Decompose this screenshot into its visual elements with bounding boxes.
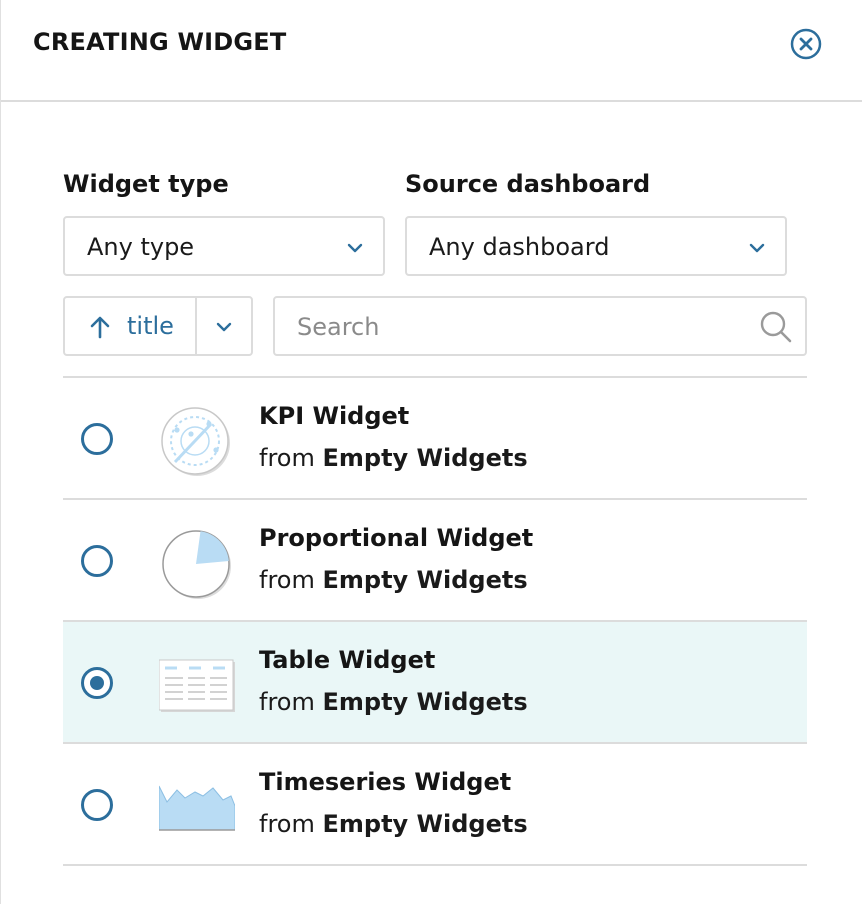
chevron-down-icon [347, 243, 363, 253]
pie-chart-icon [162, 530, 231, 599]
source-dashboard-label: Source dashboard [405, 170, 651, 198]
widget-source: from Empty Widgets [259, 566, 528, 594]
chevron-down-icon [749, 243, 765, 253]
widget-name: Proportional Widget [259, 524, 534, 552]
widget-option-proportional[interactable]: Proportional Widget from Empty Widgets [63, 500, 807, 622]
widget-option-kpi[interactable]: KPI Widget from Empty Widgets [63, 378, 807, 500]
close-icon[interactable] [790, 28, 822, 60]
source-dashboard-value: Any dashboard [429, 233, 610, 261]
area-chart-icon [159, 785, 235, 831]
widget-source: from Empty Widgets [259, 810, 528, 838]
widget-type-select[interactable]: Any type [63, 216, 385, 276]
search-icon [760, 311, 792, 343]
widget-type-label: Widget type [63, 170, 229, 198]
arrow-up-icon [90, 316, 110, 339]
widget-name: KPI Widget [259, 402, 410, 430]
radio-button[interactable] [81, 545, 113, 577]
search-box [273, 296, 807, 356]
widget-source: from Empty Widgets [259, 688, 528, 716]
sort-control: title [63, 296, 253, 356]
widget-option-timeseries[interactable]: Timeseries Widget from Empty Widgets [63, 744, 807, 866]
source-dashboard-select[interactable]: Any dashboard [405, 216, 787, 276]
panel-title: CREATING WIDGET [33, 28, 287, 56]
create-widget-panel: CREATING WIDGET Widget type Source dashb… [0, 0, 862, 904]
widget-name: Timeseries Widget [259, 768, 512, 796]
widget-source: from Empty Widgets [259, 444, 528, 472]
radio-button[interactable] [81, 667, 113, 699]
widget-type-value: Any type [87, 233, 195, 261]
widget-name: Table Widget [259, 646, 436, 674]
widget-option-table[interactable]: Table Widget from Empty Widgets [63, 622, 807, 744]
sort-field-dropdown[interactable] [197, 298, 251, 354]
radio-button[interactable] [81, 789, 113, 821]
panel-header: CREATING WIDGET [1, 0, 862, 102]
table-icon [159, 659, 235, 712]
chevron-down-icon [216, 322, 232, 332]
search-input[interactable] [295, 308, 749, 346]
radio-button[interactable] [81, 423, 113, 455]
sort-direction-button[interactable]: title [65, 298, 195, 354]
kpi-gauge-icon [161, 407, 230, 476]
sort-field-label: title [127, 312, 174, 340]
